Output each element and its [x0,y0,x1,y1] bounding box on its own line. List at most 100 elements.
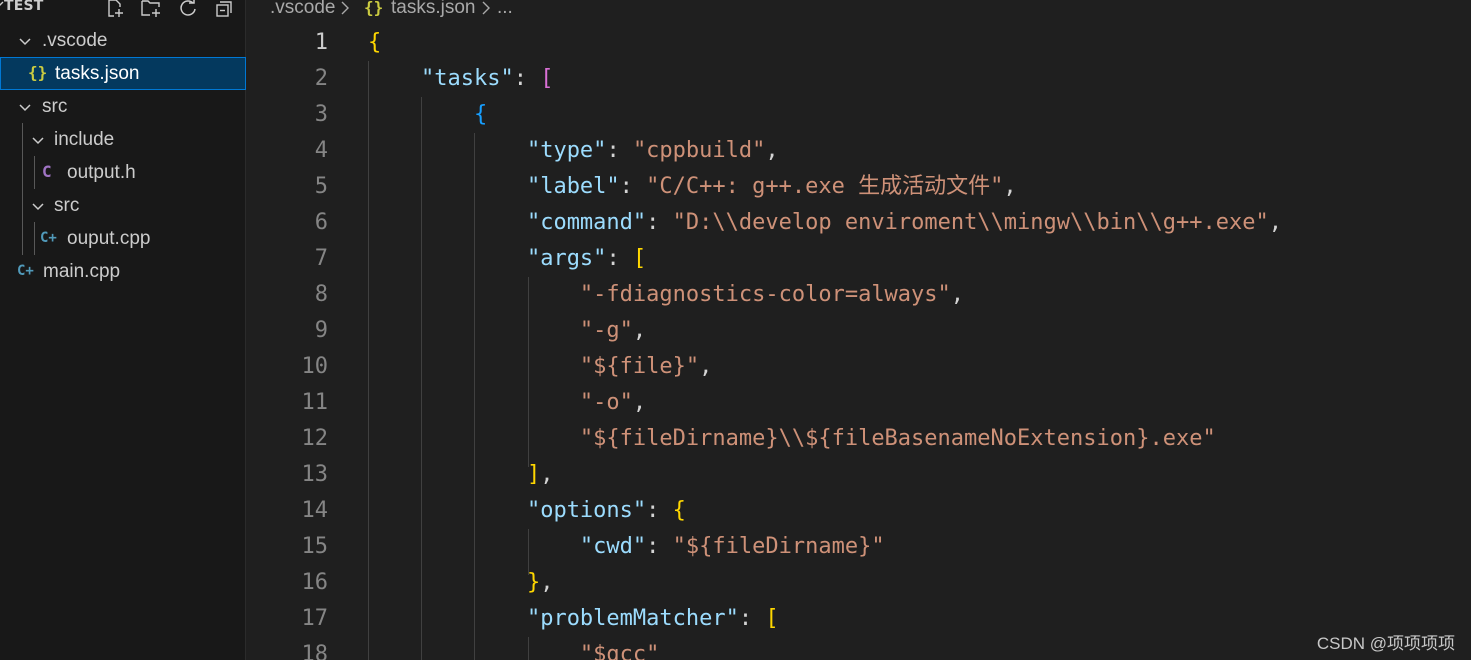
code-line[interactable]: "cwd": "${fileDirname}" [368,529,885,565]
json-string: "$gcc" [579,642,660,660]
json-punctuation: , [699,354,713,379]
json-file-icon: {} [28,63,48,82]
json-punctuation: , [632,390,647,415]
line-number: 17 [301,606,329,631]
tree-item-main-cpp[interactable]: C+ main.cpp [0,255,246,288]
code-editor[interactable]: 1 2 3 4 5 6 7 8 9 10 11 12 13 14 15 16 17 18 { "tasks": [… [247,24,1471,660]
breadcrumb-folder[interactable]: .vscode [270,0,335,19]
tree-item-include-folder[interactable]: include [0,123,246,156]
line-number: 4 [314,138,328,163]
new-file-icon[interactable] [104,0,126,19]
json-punctuation: : [646,210,673,235]
json-key: "tasks" [420,66,514,91]
code-line[interactable]: "command": "D:\\develop enviroment\\ming… [368,205,1282,241]
collapse-all-icon[interactable] [213,0,235,19]
tree-item-output-h[interactable]: C output.h [0,156,246,189]
line-number: 15 [301,534,329,559]
json-string: "-fdiagnostics-color=always" [579,282,951,307]
code-line[interactable]: ], [368,457,554,493]
tree-item-ouput-cpp[interactable]: C+ ouput.cpp [0,222,246,255]
line-number: 2 [314,66,328,91]
chevron-right-icon [482,1,490,15]
new-folder-icon[interactable] [140,0,162,19]
code-line[interactable]: "label": "C/C++: g++.exe 生成活动文件", [368,169,1017,205]
json-punctuation [368,642,580,660]
json-string: "D:\\develop enviroment\\mingw\\bin\\g++… [672,210,1269,235]
json-punctuation: : [646,498,673,523]
line-number: 8 [314,282,328,307]
json-punctuation [368,606,527,631]
json-key: "options" [526,498,647,523]
json-punctuation: , [765,138,779,163]
json-punctuation: : [606,246,633,271]
tree-item-src-folder[interactable]: src [0,90,246,123]
line-number: 12 [301,426,329,451]
code-line[interactable]: { [368,97,487,133]
breadcrumb: .vscode {} tasks.json ... [247,0,1471,24]
json-string: "${file}" [579,354,700,379]
tree-item-vscode-folder[interactable]: .vscode [0,24,246,57]
code-line[interactable]: "-fdiagnostics-color=always", [368,277,964,313]
code-line[interactable]: "-o", [368,385,646,421]
tree-item-src-subfolder[interactable]: src [0,189,246,222]
tree-item-label: ouput.cpp [67,228,151,249]
refresh-icon[interactable] [177,0,199,19]
tree-item-label: src [54,195,80,216]
json-punctuation [368,282,580,307]
json-punctuation: , [540,570,554,595]
explorer-title: TEST [4,0,44,14]
tree-item-label: include [54,129,115,150]
c-file-icon: C [42,162,52,181]
explorer-sidebar: TEST .vscode {} tasks.json src include C… [0,0,246,660]
json-string: "cppbuild" [632,138,766,163]
code-line[interactable]: "options": { [368,493,686,529]
json-string: "C/C++: g++.exe 生成活动文件" [646,174,1004,199]
code-line[interactable]: }, [368,565,554,601]
line-number: 14 [301,498,329,523]
code-line[interactable]: "${file}", [368,349,712,385]
json-key: "args" [526,246,607,271]
json-punctuation [368,246,527,271]
json-string: "-o" [579,390,633,415]
json-key: "command" [526,210,647,235]
code-line[interactable]: "tasks": [ [368,61,553,97]
tree-item-label: tasks.json [55,63,140,84]
explorer-header: TEST [0,0,246,18]
code-line[interactable]: "problemMatcher": [ [368,601,779,637]
json-punctuation [368,570,527,595]
line-number: 18 [301,642,329,660]
tree-item-label: main.cpp [43,261,121,282]
json-punctuation: : [646,534,673,559]
code-line[interactable]: "-g", [368,313,646,349]
tree-item-tasks-json[interactable]: {} tasks.json [0,57,246,90]
breadcrumb-more[interactable]: ... [497,0,513,19]
line-number: 9 [314,318,328,343]
cpp-file-icon: C+ [40,230,57,246]
code-line[interactable]: "args": [ [368,241,646,277]
breadcrumb-file[interactable]: tasks.json [391,0,475,19]
json-string: "${fileDirname}\\${fileBasenameNoExtensi… [579,426,1216,451]
json-punctuation [368,174,527,199]
json-bracket: { [473,102,488,127]
line-number: 13 [301,462,329,487]
watermark: CSDN @项项项项 [1316,634,1455,653]
json-punctuation [368,390,580,415]
chevron-right-icon [341,1,349,15]
json-punctuation [368,462,527,487]
code-line[interactable]: "$gcc" [368,637,659,660]
json-bracket: } [526,570,541,595]
json-punctuation: : [513,66,541,91]
line-number: 1 [314,30,328,55]
code-line[interactable]: "type": "cppbuild", [368,133,779,169]
json-bracket: [ [765,606,779,631]
json-punctuation: , [1268,210,1282,235]
code-line[interactable]: { [368,25,381,61]
json-punctuation [368,102,474,127]
json-punctuation [368,354,580,379]
chevron-down-icon [32,137,44,145]
json-bracket: [ [632,246,647,271]
code-line[interactable]: "${fileDirname}\\${fileBasenameNoExtensi… [368,421,1216,457]
cpp-file-icon: C+ [17,263,34,279]
json-bracket: { [368,30,382,55]
json-punctuation: : [619,174,647,199]
